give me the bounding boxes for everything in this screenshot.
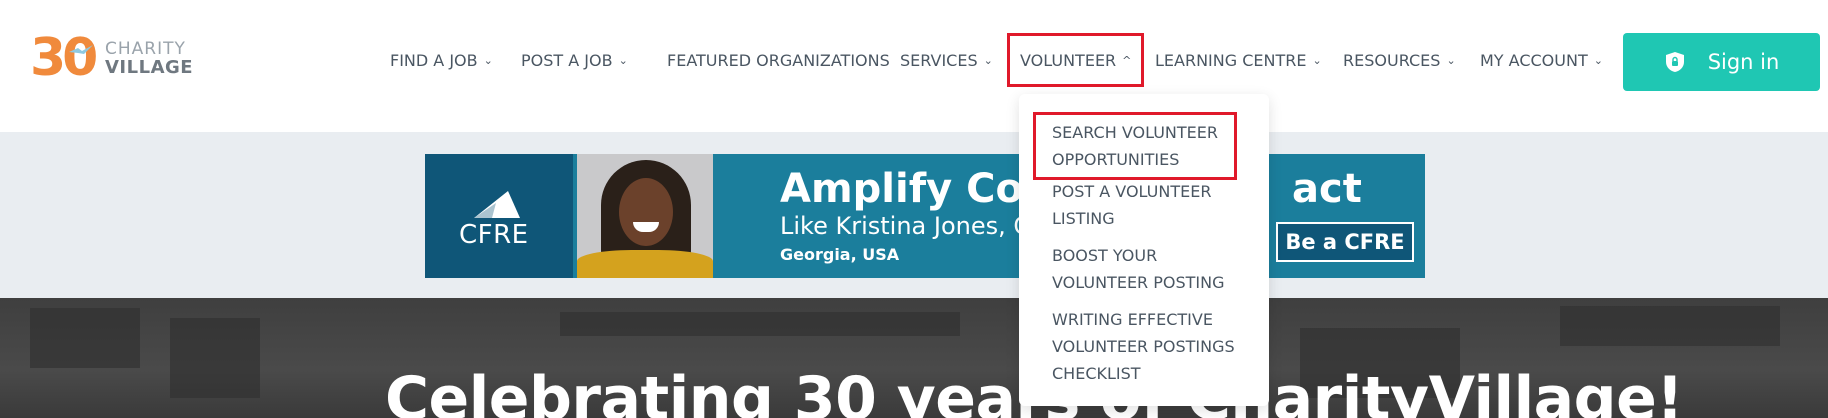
nav-learning-centre[interactable]: LEARNING CENTRE ⌄ — [1155, 34, 1322, 86]
chevron-down-icon: ⌄ — [1593, 53, 1603, 67]
menu-item-line: POST A VOLUNTEER — [1052, 182, 1212, 201]
menu-item-line: BOOST YOUR — [1052, 246, 1158, 265]
menu-item-search-volunteer-opportunities[interactable]: SEARCH VOLUNTEER OPPORTUNITIES — [1033, 112, 1237, 180]
banner-subline: Like Kristina Jones, C — [780, 212, 1031, 240]
logo-number: 30 — [30, 28, 98, 88]
menu-item-writing-effective-volunteer-postings-checklist[interactable]: WRITING EFFECTIVE VOLUNTEER POSTINGS CHE… — [1052, 306, 1252, 387]
nav-label: MY ACCOUNT — [1480, 50, 1588, 70]
nav-label: VOLUNTEER — [1020, 50, 1117, 70]
logo-village-text: VILLAGE — [105, 57, 194, 78]
lock-shield-icon — [1665, 52, 1684, 72]
site-header: 30 CHARITY VILLAGE FIND A JOB ⌄ POST A JO… — [0, 0, 1828, 132]
sign-in-button[interactable]: Sign in — [1623, 33, 1820, 91]
chevron-down-icon: ⌄ — [1446, 53, 1456, 67]
nav-label: FEATURED ORGANIZATIONS — [667, 50, 890, 70]
nav-resources[interactable]: RESOURCES ⌄ — [1343, 34, 1456, 86]
menu-item-line: VOLUNTEER POSTING — [1052, 273, 1225, 292]
cfre-brand-text: CFRE — [459, 220, 529, 250]
be-a-cfre-button[interactable]: Be a CFRE — [1276, 222, 1414, 262]
menu-item-line: VOLUNTEER POSTINGS — [1052, 337, 1235, 356]
nav-post-a-job[interactable]: POST A JOB ⌄ — [521, 34, 628, 86]
sign-in-label: Sign in — [1707, 50, 1780, 74]
nav-find-a-job[interactable]: FIND A JOB ⌄ — [390, 34, 493, 86]
chevron-up-icon: ^ — [1122, 53, 1132, 67]
menu-item-boost-your-volunteer-posting[interactable]: BOOST YOUR VOLUNTEER POSTING — [1052, 242, 1252, 296]
menu-item-line: OPPORTUNITIES — [1052, 150, 1180, 169]
charityvillage-logo[interactable]: 30 CHARITY VILLAGE — [30, 28, 200, 88]
nav-label: FIND A JOB — [390, 50, 478, 70]
nav-label: LEARNING CENTRE — [1155, 50, 1307, 70]
chevron-down-icon: ⌄ — [483, 53, 493, 67]
cfre-logo-panel: CFRE — [425, 154, 573, 278]
portrait-image — [577, 154, 713, 278]
nav-label: SERVICES — [900, 50, 978, 70]
chevron-down-icon: ⌄ — [983, 53, 993, 67]
chevron-down-icon: ⌄ — [618, 53, 628, 67]
volunteer-dropdown-menu: SEARCH VOLUNTEER OPPORTUNITIES POST A VO… — [1019, 94, 1269, 406]
menu-item-post-a-volunteer-listing[interactable]: POST A VOLUNTEER LISTING — [1052, 178, 1252, 232]
nav-label: RESOURCES — [1343, 50, 1441, 70]
hero-section: Celebrating 30 years of CharityVillage! — [0, 298, 1828, 418]
nav-services[interactable]: SERVICES ⌄ — [900, 34, 993, 86]
banner-location: Georgia, USA — [780, 245, 900, 264]
menu-item-line: LISTING — [1052, 209, 1115, 228]
banner-headline-end: act — [1292, 166, 1362, 212]
cfre-banner-ad[interactable]: CFRE Amplify Com act Like Kristina Jones… — [425, 154, 1425, 278]
logo-charity-text: CHARITY — [105, 39, 186, 59]
nav-volunteer[interactable]: VOLUNTEER ^ — [1007, 33, 1145, 87]
cfre-mountain-icon — [474, 191, 520, 218]
nav-my-account[interactable]: MY ACCOUNT ⌄ — [1480, 34, 1603, 86]
menu-item-line: CHECKLIST — [1052, 364, 1141, 383]
chevron-down-icon: ⌄ — [1312, 53, 1322, 67]
bird-icon — [69, 45, 93, 54]
nav-label: POST A JOB — [521, 50, 613, 70]
menu-item-line: WRITING EFFECTIVE — [1052, 310, 1213, 329]
menu-item-line: SEARCH VOLUNTEER — [1052, 123, 1218, 142]
nav-featured-organizations[interactable]: FEATURED ORGANIZATIONS — [667, 34, 890, 86]
